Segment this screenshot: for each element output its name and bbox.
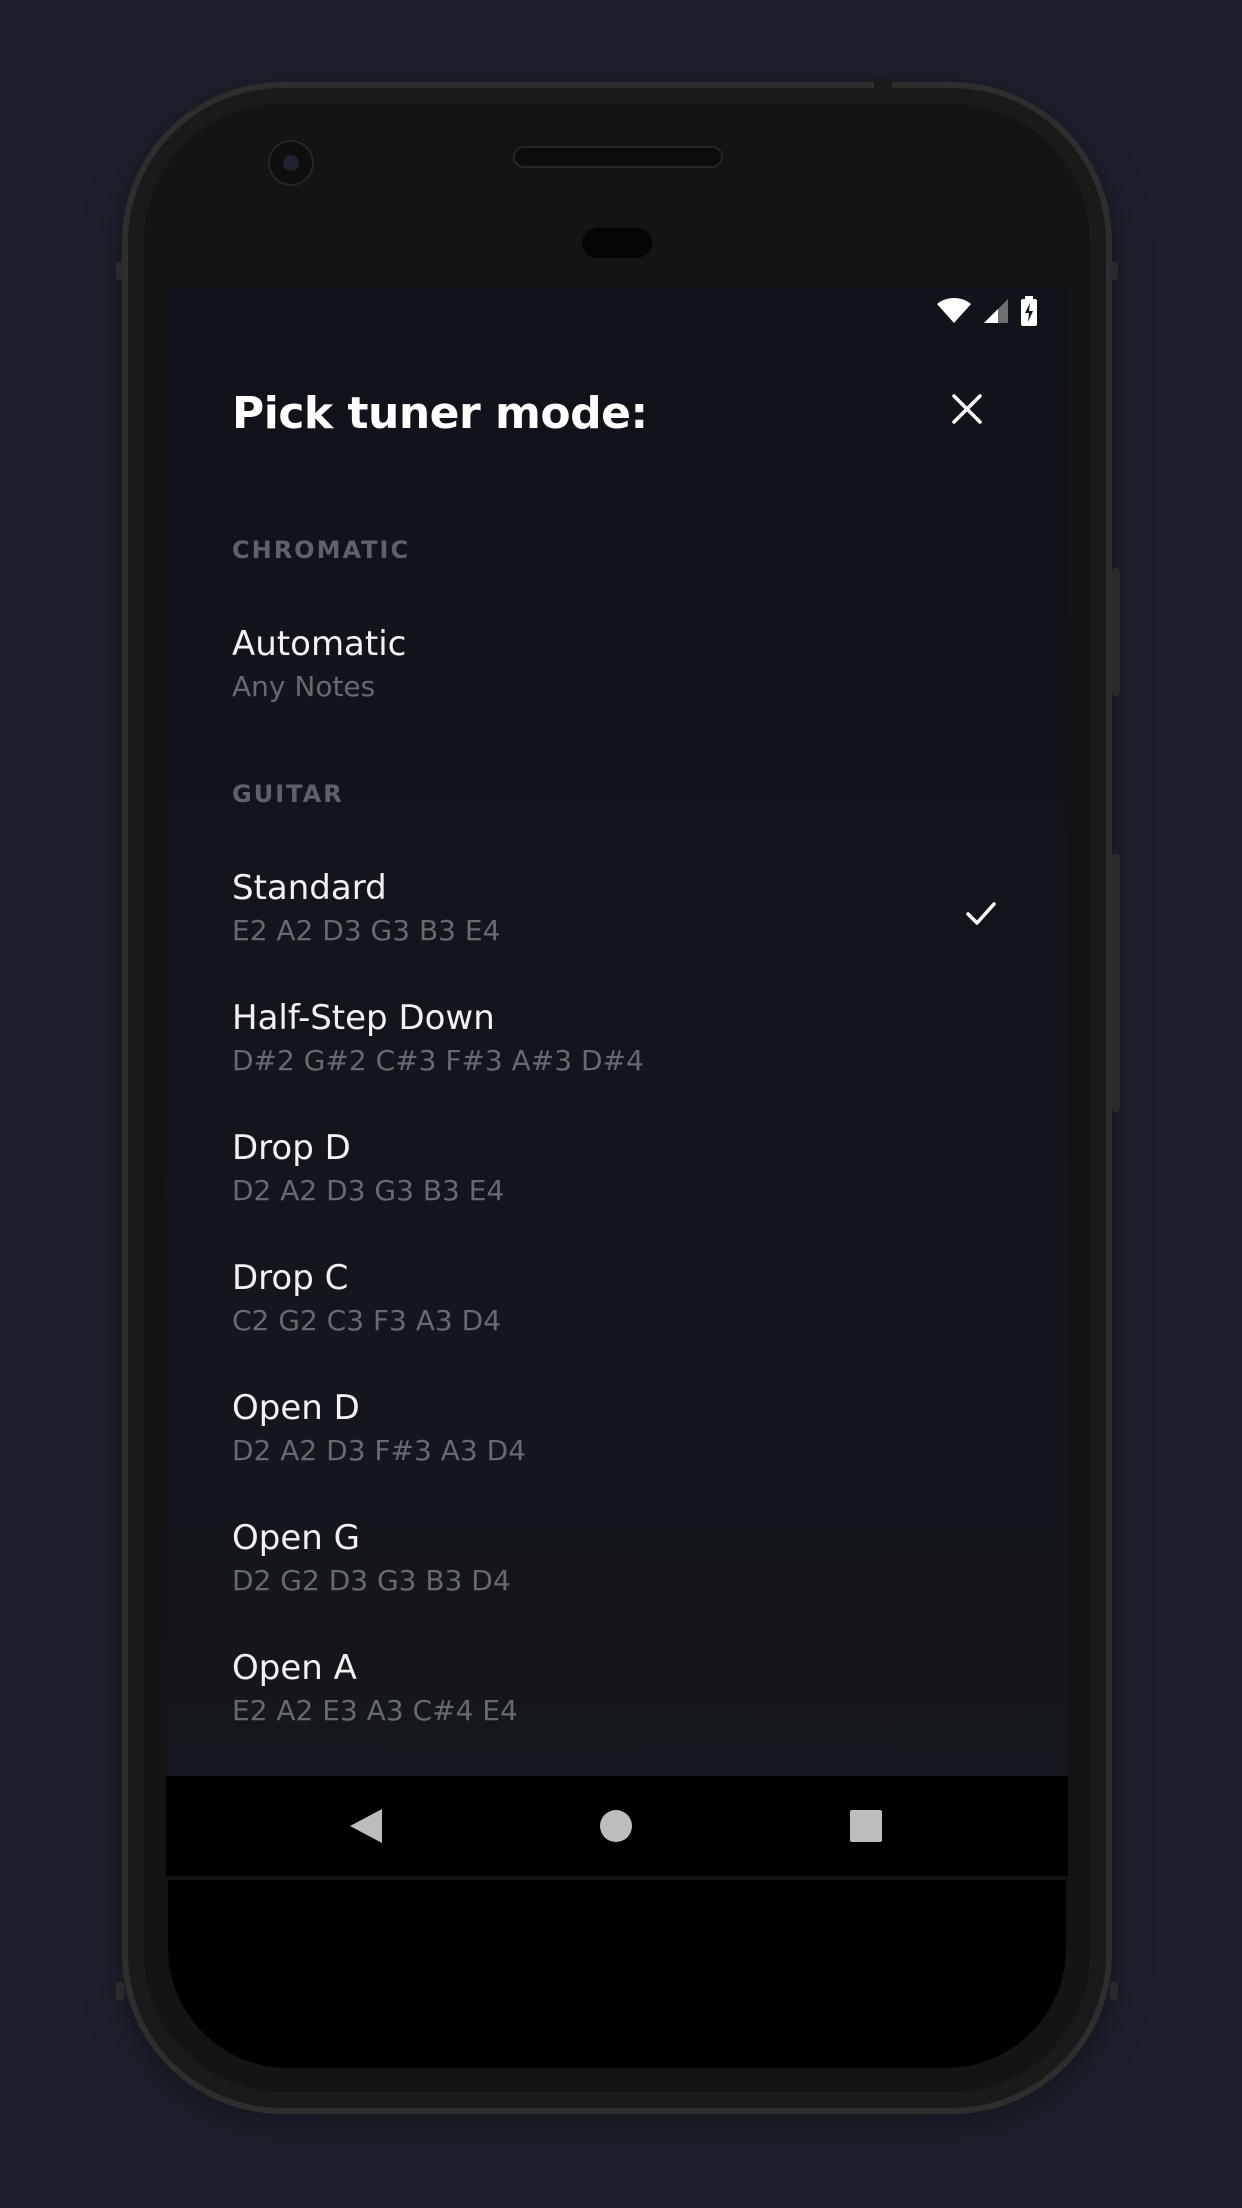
earpiece-speaker xyxy=(515,148,721,166)
option-notes: D#2 G#2 C#3 F#3 A#3 D#4 xyxy=(232,1044,644,1077)
option-name: Open D xyxy=(232,1388,360,1428)
option-name: Drop C xyxy=(232,1258,349,1298)
section-label-chromatic: CHROMATIC xyxy=(232,536,411,564)
signal-icon xyxy=(982,297,1010,329)
section-label-guitar: GUITAR xyxy=(232,780,344,808)
tuner-option-automatic[interactable]: Automatic Any Notes xyxy=(166,624,1068,744)
option-notes: E2 A2 D3 G3 B3 E4 xyxy=(232,914,501,947)
battery-charging-icon xyxy=(1020,296,1038,330)
option-name: Standard xyxy=(232,868,387,908)
tuner-option-drop-d[interactable]: Drop D D2 A2 D3 G3 B3 E4 xyxy=(166,1128,1068,1248)
phone-top-button xyxy=(874,78,892,92)
option-name: Open G xyxy=(232,1518,360,1558)
phone-chin xyxy=(168,1880,1066,2068)
front-camera xyxy=(270,142,312,184)
nav-back-button[interactable] xyxy=(344,1806,388,1850)
screen: Pick tuner mode: CHROMATIC Automatic Any… xyxy=(166,288,1068,1876)
status-bar xyxy=(936,296,1038,330)
option-notes: Any Notes xyxy=(232,670,376,703)
option-notes: D2 A2 D3 F#3 A3 D4 xyxy=(232,1434,526,1467)
recents-icon xyxy=(849,1809,883,1847)
nav-recents-button[interactable] xyxy=(844,1806,888,1850)
phone-right-edge-button xyxy=(1110,262,1118,280)
close-icon xyxy=(951,393,983,429)
proximity-sensor xyxy=(582,228,652,258)
back-icon xyxy=(348,1807,384,1849)
option-notes: D2 A2 D3 G3 B3 E4 xyxy=(232,1174,505,1207)
option-name: Drop D xyxy=(232,1128,351,1168)
phone-left-edge-button xyxy=(116,262,124,280)
nav-home-button[interactable] xyxy=(594,1806,638,1850)
tuner-option-standard[interactable]: Standard E2 A2 D3 G3 B3 E4 xyxy=(166,868,1068,988)
phone-right-edge-button xyxy=(1110,1982,1118,2000)
selected-check-icon xyxy=(964,896,998,930)
tuner-option-open-d[interactable]: Open D D2 A2 D3 F#3 A3 D4 xyxy=(166,1388,1068,1508)
navigation-bar xyxy=(166,1776,1068,1876)
option-notes: E2 A2 E3 A3 C#4 E4 xyxy=(232,1694,518,1727)
wifi-icon xyxy=(936,297,972,329)
home-icon xyxy=(599,1809,633,1847)
tuner-option-drop-c[interactable]: Drop C C2 G2 C3 F3 A3 D4 xyxy=(166,1258,1068,1378)
tuner-option-open-a[interactable]: Open A E2 A2 E3 A3 C#4 E4 xyxy=(166,1648,1068,1768)
option-notes: C2 G2 C3 F3 A3 D4 xyxy=(232,1304,502,1337)
option-name: Automatic xyxy=(232,624,407,664)
option-name: Half-Step Down xyxy=(232,998,495,1038)
tuner-option-open-g[interactable]: Open G D2 G2 D3 G3 B3 D4 xyxy=(166,1518,1068,1638)
close-button[interactable] xyxy=(944,388,990,434)
tuner-option-half-step-down[interactable]: Half-Step Down D#2 G#2 C#3 F#3 A#3 D#4 xyxy=(166,998,1068,1118)
option-notes: D2 G2 D3 G3 B3 D4 xyxy=(232,1564,511,1597)
page-title: Pick tuner mode: xyxy=(232,388,648,439)
phone-left-edge-button xyxy=(116,1982,124,2000)
power-button xyxy=(1112,568,1120,696)
volume-button xyxy=(1112,854,1120,1112)
option-name: Open A xyxy=(232,1648,357,1688)
